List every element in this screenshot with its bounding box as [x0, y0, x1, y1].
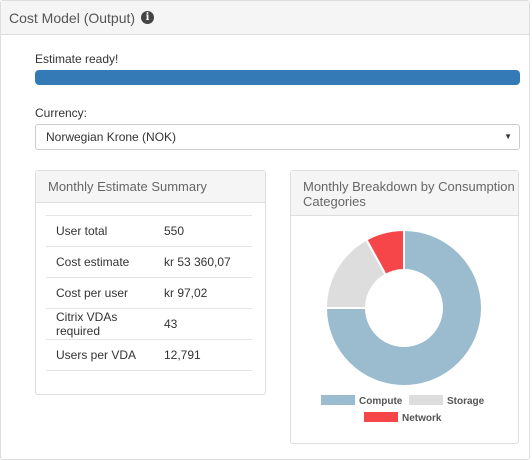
table-row: Citrix VDAs required 43: [46, 309, 252, 340]
summary-card: Monthly Estimate Summary User total 550 …: [35, 170, 266, 395]
legend-swatch-compute: [321, 395, 355, 405]
panel-heading: Cost Model (Output) i: [1, 1, 529, 35]
donut-chart: Compute Storage Network: [321, 228, 485, 424]
row-label: Citrix VDAs required: [56, 310, 118, 338]
row-label: Cost per user: [56, 286, 129, 300]
table-row: User total 550: [46, 216, 252, 247]
row-value: kr 97,02: [164, 286, 208, 300]
legend-label-storage: Storage: [447, 396, 485, 407]
legend-swatch-network: [364, 412, 398, 422]
row-label: User total: [56, 224, 108, 238]
row-value: 12,791: [164, 348, 201, 362]
summary-title: Monthly Estimate Summary: [36, 171, 265, 203]
table-row: Users per VDA 12,791: [46, 340, 252, 371]
status-text: Estimate ready!: [35, 52, 119, 66]
progress-bar-track: [35, 70, 520, 85]
currency-select[interactable]: Norwegian Krone (NOK) ▼: [35, 124, 520, 150]
legend-label-network: Network: [402, 413, 442, 424]
row-label: Users per VDA: [56, 348, 137, 362]
legend-swatch-storage: [409, 395, 443, 405]
chevron-down-icon: ▼: [504, 132, 512, 141]
table-row: Cost per user kr 97,02: [46, 278, 252, 309]
info-icon[interactable]: i: [141, 11, 155, 24]
breakdown-title: Monthly Breakdown by Consumption Categor…: [291, 171, 518, 216]
currency-label: Currency:: [35, 106, 88, 120]
row-value: 43: [164, 317, 178, 331]
progress-bar-fill: [35, 70, 520, 85]
row-value: kr 53 360,07: [164, 255, 231, 269]
breakdown-card: Monthly Breakdown by Consumption Categor…: [290, 170, 519, 444]
row-value: 550: [164, 224, 185, 238]
legend-label-compute: Compute: [359, 396, 403, 407]
row-label: Cost estimate: [56, 255, 130, 269]
panel-title: Cost Model (Output): [9, 9, 136, 26]
currency-selected-value: Norwegian Krone (NOK): [46, 130, 177, 144]
table-row: Cost estimate kr 53 360,07: [46, 247, 252, 278]
summary-table: User total 550 Cost estimate kr 53 360,0…: [46, 215, 252, 371]
